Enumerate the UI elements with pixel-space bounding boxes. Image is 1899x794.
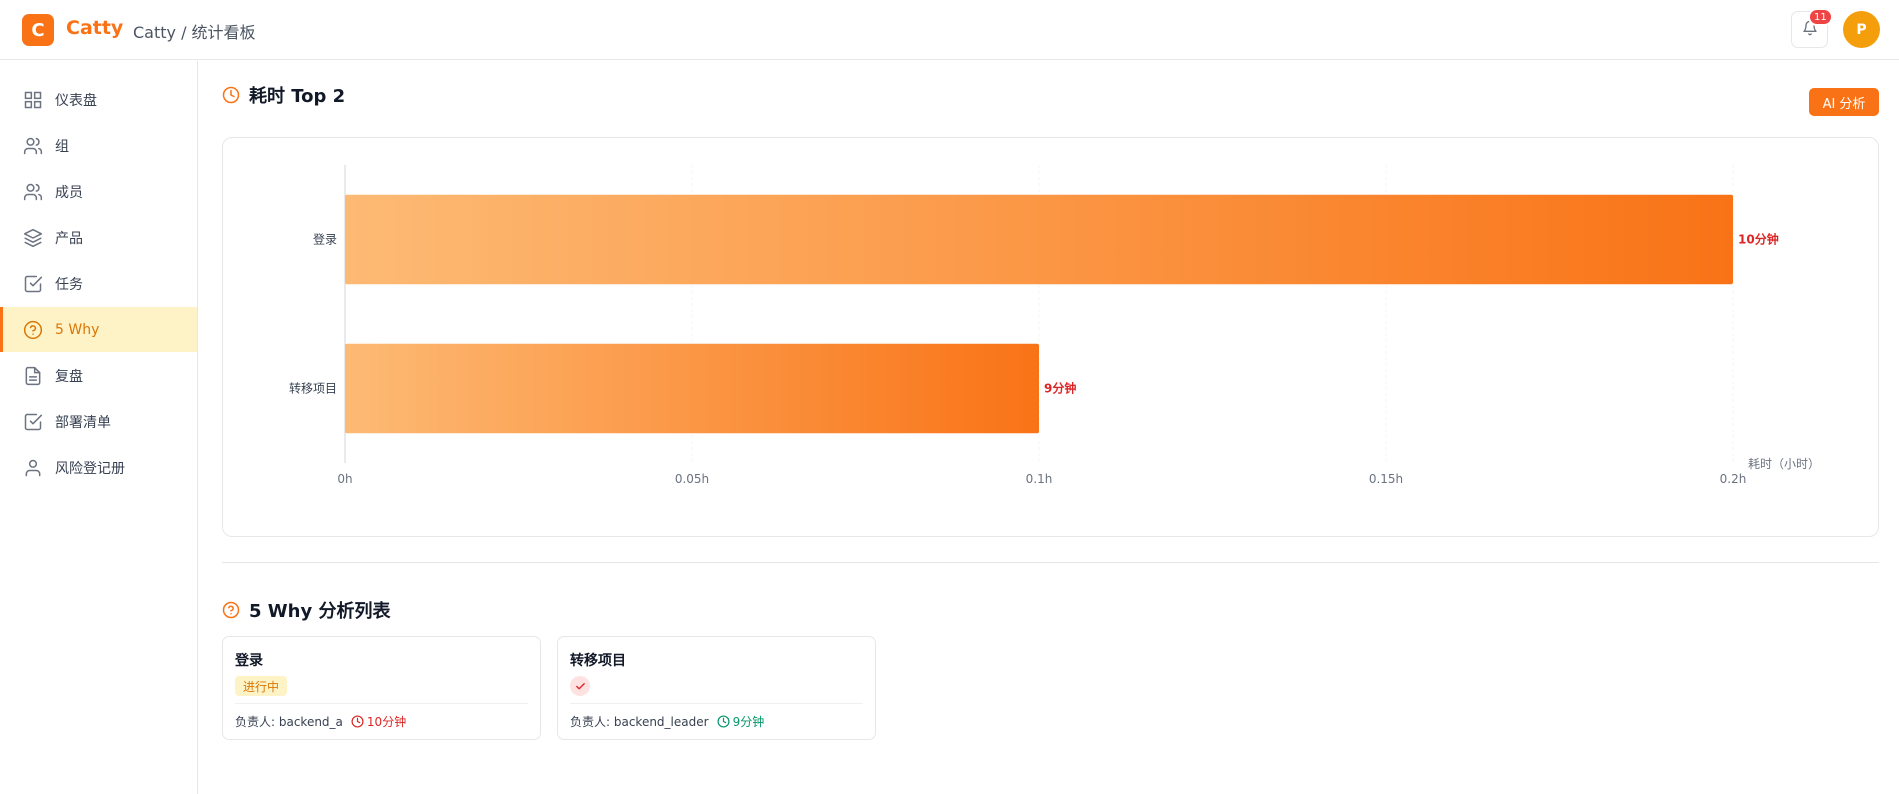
x-tick-label: 0.15h <box>1369 472 1403 486</box>
section-title-text: 耗时 Top 2 <box>249 86 346 107</box>
x-tick-label: 0.2h <box>1720 472 1747 486</box>
card-divider <box>570 703 863 704</box>
check-square-icon <box>22 273 44 295</box>
sidebar-item-label: 部署清单 <box>55 414 111 431</box>
owner-text: 负责人: backend_leader <box>570 715 709 729</box>
check-square-icon <box>22 411 44 433</box>
sidebar: 仪表盘 组 成员 产品 任务 5 Why 复盘 部署清单 风险登记册 <box>0 61 198 794</box>
card-footer: 负责人: backend_leader 9分钟 <box>570 713 764 730</box>
sidebar-item-label: 组 <box>55 138 69 155</box>
bar <box>345 343 1039 434</box>
x-tick-label: 0h <box>337 472 352 486</box>
sidebar-item-label: 仪表盘 <box>55 92 97 109</box>
card-title: 转移项目 <box>570 653 626 669</box>
y-category-label: 转移项目 <box>289 381 337 396</box>
section-divider <box>222 562 1879 563</box>
grid-icon <box>22 89 44 111</box>
sidebar-item-groups[interactable]: 组 <box>0 123 197 168</box>
top-header: C Catty Catty / 统计看板 11 P <box>0 0 1899 60</box>
ai-analysis-button[interactable]: AI 分析 <box>1809 88 1879 116</box>
duration-text: 10分钟 <box>366 715 407 729</box>
card-footer: 负责人: backend_a 10分钟 <box>235 713 406 730</box>
duration: 10分钟 <box>351 713 406 730</box>
sidebar-item-5why[interactable]: 5 Why <box>0 307 197 352</box>
duration: 9分钟 <box>717 713 765 730</box>
sidebar-item-retrospective[interactable]: 复盘 <box>0 353 197 398</box>
sidebar-item-tasks[interactable]: 任务 <box>0 261 197 306</box>
sidebar-item-label: 复盘 <box>55 368 83 385</box>
clock-icon <box>222 86 240 104</box>
clock-icon <box>717 715 730 728</box>
breadcrumb: Catty / 统计看板 <box>133 23 256 42</box>
user-icon <box>22 457 44 479</box>
clock-icon <box>351 715 364 728</box>
why-card-transfer-project[interactable]: 转移项目 负责人: backend_leader 9分钟 <box>557 636 876 740</box>
status-badge: 进行中 <box>235 676 288 696</box>
users-icon <box>22 135 44 157</box>
y-category-label: 登录 <box>313 232 337 247</box>
users-icon <box>22 181 44 203</box>
bar-value-label: 9分钟 <box>1044 381 1076 396</box>
section-title-text: 5 Why 分析列表 <box>249 601 391 622</box>
bar-value-label: 10分钟 <box>1738 232 1779 247</box>
duration-bar-chart: 0h 0.05h 0.1h 0.15h 0.2h耗时（小时） 登录 10分钟转移项目 9分钟 <box>289 165 1820 486</box>
sidebar-item-label: 产品 <box>55 230 83 247</box>
sidebar-item-risk-register[interactable]: 风险登记册 <box>0 445 197 490</box>
x-tick-label: 0.05h <box>675 472 709 486</box>
user-avatar[interactable]: P <box>1843 11 1880 48</box>
help-circle-icon <box>222 601 240 619</box>
help-circle-icon <box>22 319 44 341</box>
why-card-login[interactable]: 登录 进行中 负责人: backend_a 10分钟 <box>222 636 541 740</box>
app-name[interactable]: Catty <box>66 17 123 39</box>
chart-card: 0h 0.05h 0.1h 0.15h 0.2h 耗时（小时） 登录 10分钟转移项目 9分钟 <box>222 137 1879 537</box>
bar <box>345 194 1733 285</box>
sidebar-item-members[interactable]: 成员 <box>0 169 197 214</box>
sidebar-item-label: 风险登记册 <box>55 460 125 477</box>
owner-text: 负责人: backend_a <box>235 715 343 729</box>
sidebar-item-deploy-checklist[interactable]: 部署清单 <box>0 399 197 444</box>
file-text-icon <box>22 365 44 387</box>
card-title: 登录 <box>235 653 263 669</box>
sidebar-item-products[interactable]: 产品 <box>0 215 197 260</box>
layers-icon <box>22 227 44 249</box>
x-tick-label: 0.1h <box>1026 472 1053 486</box>
sidebar-item-label: 5 Why <box>55 321 100 338</box>
card-divider <box>235 703 528 704</box>
status-check-icon <box>570 676 590 696</box>
sidebar-item-label: 成员 <box>55 184 83 201</box>
sidebar-item-dashboard[interactable]: 仪表盘 <box>0 77 197 122</box>
sidebar-item-label: 任务 <box>55 276 83 293</box>
list-section-title: 5 Why 分析列表 <box>222 597 390 623</box>
x-axis-label: 耗时（小时） <box>1748 457 1820 471</box>
notification-count-badge: 11 <box>1808 8 1833 26</box>
chart-section-title: 耗时 Top 2 <box>222 82 345 108</box>
duration-text: 9分钟 <box>732 715 765 729</box>
app-logo[interactable]: C <box>22 14 54 46</box>
